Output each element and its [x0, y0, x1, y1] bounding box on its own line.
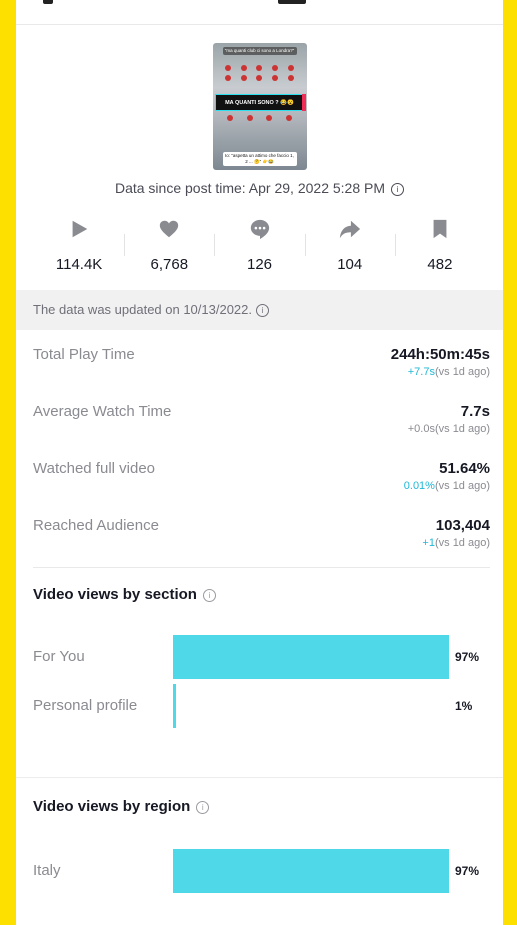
stat-views: 114.4K	[34, 218, 124, 273]
play-icon	[72, 220, 88, 238]
heart-icon	[160, 220, 179, 238]
stat-saves: 482	[394, 218, 485, 273]
bar-label: Italy	[33, 862, 61, 879]
bar-row-for-you: For You 97%	[33, 632, 503, 681]
shares-count: 104	[337, 256, 363, 273]
bar-percent: 97%	[455, 649, 480, 664]
back-icon[interactable]	[43, 0, 53, 4]
data-updated-notice: The data was updated on 10/13/2022. i	[16, 290, 503, 330]
section-views-by-region-title: Video views by region i	[16, 798, 503, 815]
analytics-screen: "ma quanti club ci sono a Londra?" MA QU…	[16, 0, 503, 925]
thumbnail-caption-bottom: Io: "aspetta un attimo che faccio 1, 2 .…	[222, 152, 297, 166]
metric-delta: 0.01%(vs 1d ago)	[404, 480, 490, 492]
club-logos-row	[221, 75, 299, 82]
bar-fill	[173, 683, 176, 728]
metric-label: Watched full video	[33, 460, 156, 477]
views-by-section-chart: For You 97% Personal profile 1%	[16, 632, 503, 730]
bar-track	[173, 683, 449, 728]
info-icon[interactable]: i	[196, 801, 210, 814]
bar-fill	[173, 848, 449, 893]
stat-shares: 104	[304, 218, 395, 273]
views-by-region-chart: Italy 97%	[16, 846, 503, 895]
bar-track	[173, 634, 449, 679]
metric-label: Total Play Time	[33, 346, 135, 363]
metric-value: 244h:50m:45s	[390, 346, 490, 363]
delta-value: +0.0s	[407, 423, 435, 435]
metric-delta: +1(vs 1d ago)	[422, 537, 490, 549]
stat-comments: 126	[214, 218, 304, 273]
data-since-text: Data since post time: Apr 29, 2022 5:28 …	[114, 180, 386, 196]
metric-delta: +0.0s(vs 1d ago)	[408, 423, 490, 435]
bar-track	[173, 848, 449, 893]
metrics-list: Total Play Time 244h:50m:45s +7.7s(vs 1d…	[16, 330, 503, 558]
data-since-label: Data since post time: Apr 29, 2022 5:28 …	[16, 180, 503, 196]
delta-suffix: (vs 1d ago)	[434, 537, 490, 549]
metric-value: 103,404	[435, 517, 490, 534]
bar-row-italy: Italy 97%	[33, 846, 503, 895]
views-count: 114.4K	[55, 256, 103, 273]
delta-suffix: (vs 1d ago)	[434, 480, 490, 492]
metric-watched-full-video: Watched full video 51.64% 0.01%(vs 1d ag…	[33, 444, 490, 501]
delta-value: +7.7s	[407, 366, 435, 378]
metric-delta: +7.7s(vs 1d ago)	[391, 366, 490, 378]
metric-value: 7.7s	[460, 403, 490, 420]
club-logos-row	[221, 115, 299, 122]
comment-icon	[250, 219, 269, 240]
bar-row-personal-profile: Personal profile 1%	[33, 681, 503, 730]
bar-fill	[173, 634, 449, 679]
thumbnail-highlight-text: MA QUANTI SONO ? 😂😮	[214, 94, 306, 111]
delta-value: +1	[422, 537, 435, 549]
metric-average-watch-time: Average Watch Time 7.7s +0.0s(vs 1d ago)	[33, 387, 490, 444]
info-icon[interactable]: i	[202, 589, 216, 602]
comments-count: 126	[246, 256, 273, 273]
bookmark-icon	[433, 219, 447, 239]
bar-percent: 97%	[455, 863, 480, 878]
metric-total-play-time: Total Play Time 244h:50m:45s +7.7s(vs 1d…	[33, 330, 490, 387]
video-thumbnail[interactable]: "ma quanti club ci sono a Londra?" MA QU…	[212, 43, 307, 170]
bar-label: Personal profile	[33, 697, 138, 714]
section-title-text: Video views by section	[33, 586, 197, 603]
divider	[33, 567, 490, 568]
metric-label: Average Watch Time	[33, 403, 172, 420]
delta-value: 0.01%	[403, 480, 435, 492]
thumbnail-caption-top: "ma quanti club ci sono a Londra?"	[222, 47, 297, 55]
info-icon[interactable]: i	[391, 183, 405, 196]
metric-label: Reached Audience	[33, 517, 159, 534]
saves-count: 482	[427, 256, 453, 273]
section-views-by-section-title: Video views by section i	[16, 586, 503, 603]
header-bar	[16, 0, 503, 25]
divider	[16, 777, 503, 778]
metric-reached-audience: Reached Audience 103,404 +1(vs 1d ago)	[33, 501, 490, 558]
share-icon	[339, 220, 360, 239]
likes-count: 6,768	[150, 256, 189, 273]
bar-percent: 1%	[455, 698, 473, 713]
stat-likes: 6,768	[124, 218, 214, 273]
delta-suffix: (vs 1d ago)	[434, 423, 490, 435]
engagement-stats: 114.4K 6,768 126 104 482	[16, 218, 503, 273]
bar-label: For You	[33, 648, 85, 665]
metric-value: 51.64%	[439, 460, 490, 477]
club-logos-row	[221, 65, 299, 72]
delta-suffix: (vs 1d ago)	[434, 366, 490, 378]
data-updated-text: The data was updated on 10/13/2022.	[33, 302, 253, 317]
section-title-text: Video views by region	[33, 798, 191, 815]
info-icon[interactable]: i	[256, 304, 270, 317]
header-title-stub	[278, 0, 306, 4]
